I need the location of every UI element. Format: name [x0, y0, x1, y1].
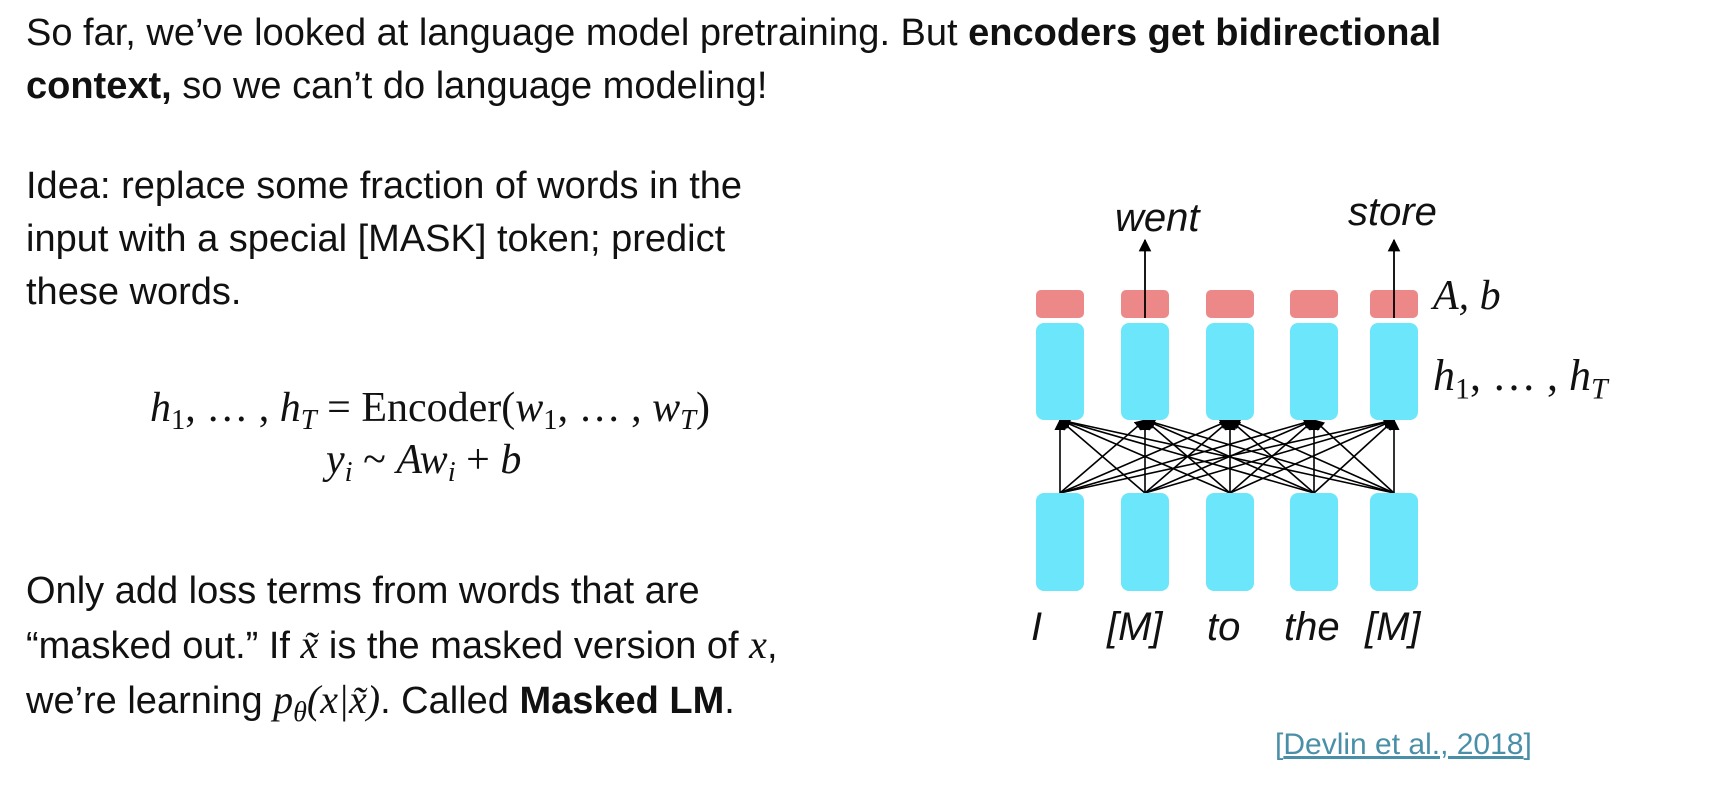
hidden-state-box — [1290, 323, 1338, 420]
input-embedding-box — [1121, 493, 1169, 591]
input-embedding-box — [1036, 493, 1084, 591]
input-embedding-box — [1370, 493, 1418, 591]
label-output-params: A, b — [1433, 273, 1501, 319]
hidden-state-box — [1206, 323, 1254, 420]
input-embedding-box — [1290, 493, 1338, 591]
output-layer-box — [1206, 290, 1254, 318]
input-token-3: to — [1207, 605, 1241, 649]
output-layer-box — [1290, 290, 1338, 318]
input-token-2: [M] — [1107, 605, 1163, 649]
input-token-5: [M] — [1365, 605, 1421, 649]
token-columns — [1036, 290, 1418, 591]
input-token-4: the — [1284, 605, 1340, 649]
hidden-state-box — [1036, 323, 1084, 420]
output-layer-box — [1036, 290, 1084, 318]
attention-connections — [1054, 416, 1400, 494]
output-arrows — [1138, 238, 1401, 318]
output-word-went: went — [1115, 196, 1200, 240]
citation-link[interactable]: Devlin et al., 2018 — [1283, 728, 1523, 761]
label-hidden-states: h1, … , hT — [1433, 351, 1608, 406]
input-token-1: I — [1031, 605, 1043, 649]
hidden-state-box — [1121, 323, 1169, 420]
output-word-store: store — [1348, 190, 1437, 234]
citation: [Devlin et al., 2018] — [1275, 728, 1532, 761]
input-embedding-box — [1206, 493, 1254, 591]
hidden-state-box — [1370, 323, 1418, 420]
